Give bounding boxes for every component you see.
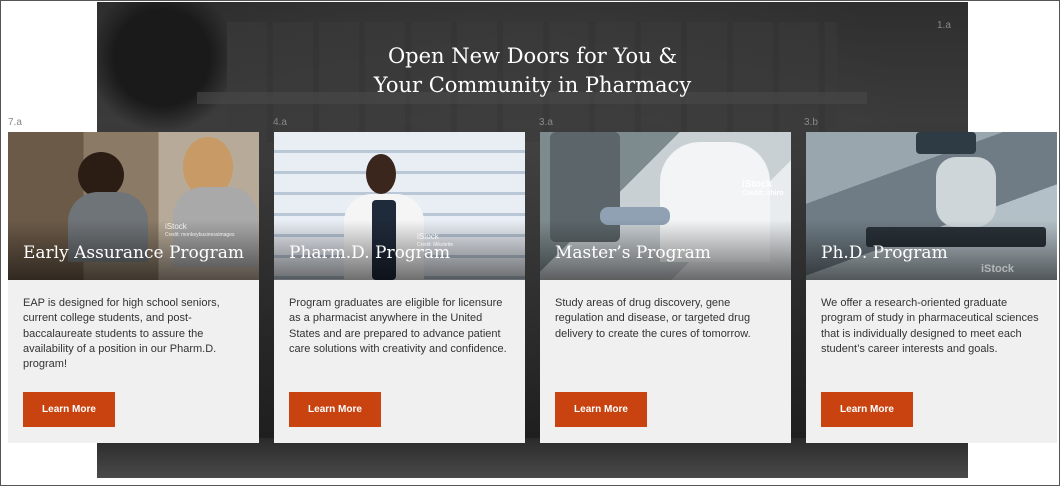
learn-more-button[interactable]: Learn More: [821, 392, 913, 427]
watermark-brand: iStock: [165, 222, 187, 231]
card-title: Master’s Program: [555, 243, 711, 263]
learn-more-button[interactable]: Learn More: [555, 392, 647, 427]
watermark-brand: iStock: [981, 263, 1015, 275]
hero-marker: 1.a: [937, 20, 951, 31]
program-card-pharmd: iStock Credit: Mikolette Pharm.D. Progra…: [274, 132, 525, 443]
watermark-credit: Credit: monkeybusinessimages: [165, 232, 235, 238]
card-marker-1: 7.a: [8, 117, 22, 128]
card-description: Program graduates are eligible for licen…: [289, 297, 507, 355]
card-marker-3: 3.a: [539, 117, 553, 128]
photo-watermark: iStock Credit: shiro: [742, 180, 784, 198]
card-title: Pharm.D. Program: [289, 243, 451, 263]
card-marker-2: 4.a: [273, 117, 287, 128]
card-marker-4: 3.b: [804, 117, 818, 128]
photo-watermark: iStock Credit: monkeybusinessimages: [165, 222, 234, 240]
watermark-credit: Credit: shiro: [742, 190, 784, 197]
card-description: EAP is designed for high school seniors,…: [23, 297, 220, 371]
card-title: Early Assurance Program: [23, 243, 245, 263]
microscope-objectives: [936, 157, 996, 227]
learn-more-button[interactable]: Learn More: [23, 392, 115, 427]
program-card-masters: iStock Credit: shiro Master’s Program St…: [540, 132, 791, 443]
hero-title-line1: Open New Doors for You &: [387, 44, 678, 68]
microscope-head: [916, 132, 976, 154]
hero-title: Open New Doors for You & Your Community …: [97, 42, 968, 100]
hero-title-line2: Your Community in Pharmacy: [373, 73, 692, 97]
watermark-brand: iStock: [742, 179, 773, 190]
card-description: We offer a research-oriented graduate pr…: [821, 297, 1039, 355]
photo-watermark: iStock: [981, 263, 1015, 275]
card-description: Study areas of drug discovery, gene regu…: [555, 297, 751, 340]
program-card-early-assurance: iStock Credit: monkeybusinessimages Earl…: [8, 132, 259, 443]
watermark-brand: iStock: [417, 232, 439, 241]
learn-more-button[interactable]: Learn More: [289, 392, 381, 427]
card-title: Ph.D. Program: [821, 243, 948, 263]
program-card-phd: iStock Ph.D. Program We offer a research…: [806, 132, 1057, 443]
pharmacist-head: [366, 154, 396, 194]
hero-ground: [97, 438, 968, 478]
